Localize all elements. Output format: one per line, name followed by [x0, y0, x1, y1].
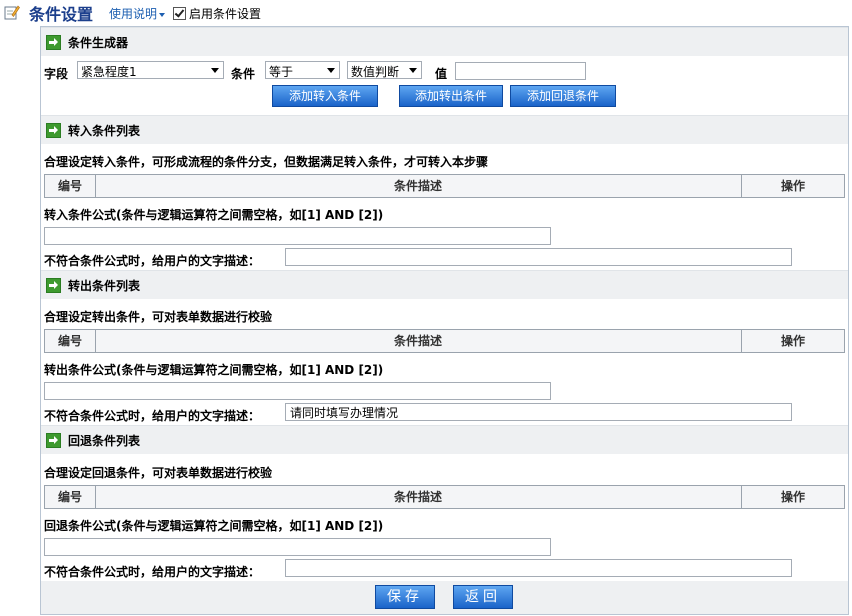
back-button[interactable]: 返回: [453, 585, 513, 609]
out-formula-input[interactable]: [44, 382, 551, 400]
back-message-label: 不符合条件公式时，给用户的文字描述：: [44, 565, 261, 579]
arrow-right-icon: [46, 433, 61, 448]
arrow-right-icon: [46, 278, 61, 293]
value-input[interactable]: [455, 62, 586, 80]
in-formula-input[interactable]: [44, 227, 551, 245]
condition-label: 条件: [231, 67, 256, 81]
in-condition-table-header: 编号 条件描述 操作: [44, 174, 845, 198]
arrow-right-icon: [46, 35, 61, 50]
arrow-right-icon: [46, 123, 61, 138]
back-section-desc: 合理设定回退条件，可对表单数据进行校验: [44, 466, 273, 480]
enable-condition-toggle[interactable]: 启用条件设置: [173, 5, 261, 22]
help-dropdown[interactable]: 使用说明: [109, 5, 166, 22]
column-header-description: 条件描述: [95, 330, 742, 352]
enable-label: 启用条件设置: [189, 7, 262, 21]
title-bar: 条件设置 使用说明 启用条件设置: [0, 0, 852, 24]
operator-select-value: 等于: [269, 65, 294, 79]
page-title: 条件设置: [29, 5, 94, 24]
back-section-header: 回退条件列表: [41, 425, 848, 454]
field-select-value: 紧急程度1: [81, 65, 137, 79]
out-section-header: 转出条件列表: [41, 270, 848, 299]
back-formula-input[interactable]: [44, 538, 551, 556]
out-section-desc: 合理设定转出条件，可对表单数据进行校验: [44, 310, 273, 324]
add-out-condition-button[interactable]: 添加转出条件: [399, 85, 503, 107]
back-message-input[interactable]: [285, 559, 792, 577]
add-back-condition-button[interactable]: 添加回退条件: [510, 85, 616, 107]
back-condition-table-header: 编号 条件描述 操作: [44, 485, 845, 509]
operator-select[interactable]: 等于: [265, 61, 340, 79]
out-section-title: 转出条件列表: [68, 279, 141, 293]
judge-select-value: 数值判断: [351, 65, 400, 79]
column-header-number: 编号: [45, 175, 96, 197]
in-formula-label: 转入条件公式(条件与逻辑运算符之间需空格，如[1] AND [2]): [44, 208, 384, 222]
judge-select[interactable]: 数值判断: [347, 61, 422, 79]
column-header-action: 操作: [780, 334, 805, 348]
out-message-label: 不符合条件公式时，给用户的文字描述：: [44, 409, 261, 423]
add-in-condition-button[interactable]: 添加转入条件: [272, 85, 378, 107]
field-select[interactable]: 紧急程度1: [77, 61, 224, 79]
in-section-title: 转入条件列表: [68, 124, 141, 138]
column-header-action: 操作: [780, 179, 805, 193]
back-formula-label: 回退条件公式(条件与逻辑运算符之间需空格，如[1] AND [2]): [44, 519, 384, 533]
chevron-down-icon: [327, 68, 335, 73]
column-header-description: 条件描述: [95, 175, 742, 197]
column-header-number: 编号: [45, 486, 96, 508]
in-message-label: 不符合条件公式时，给用户的文字描述：: [44, 254, 261, 268]
in-section-desc: 合理设定转入条件，可形成流程的条件分支，但数据满足转入条件，才可转入本步骤: [44, 155, 489, 169]
column-header-action: 操作: [780, 490, 805, 504]
help-label: 使用说明: [109, 7, 158, 21]
out-condition-table-header: 编号 条件描述 操作: [44, 329, 845, 353]
out-message-input[interactable]: [285, 403, 792, 421]
generator-title: 条件生成器: [68, 36, 129, 50]
in-section-header: 转入条件列表: [41, 115, 848, 144]
column-header-number: 编号: [45, 330, 96, 352]
edit-icon: [4, 5, 20, 20]
field-label: 字段: [44, 67, 69, 81]
save-button[interactable]: 保存: [375, 585, 435, 609]
generator-section-header: 条件生成器: [41, 27, 848, 56]
condition-panel: 条件生成器 字段 紧急程度1 条件 等于 数值判断 值 添加转入条件 添加转出条…: [40, 26, 849, 615]
back-section-title: 回退条件列表: [68, 434, 141, 448]
chevron-down-icon: [409, 68, 417, 73]
chevron-down-icon: [211, 68, 219, 73]
column-header-description: 条件描述: [95, 486, 742, 508]
out-formula-label: 转出条件公式(条件与逻辑运算符之间需空格，如[1] AND [2]): [44, 363, 384, 377]
footer-bar: [41, 581, 848, 614]
chevron-down-icon: [159, 12, 166, 17]
in-message-input[interactable]: [285, 248, 792, 266]
value-label: 值: [435, 67, 448, 81]
enable-checkbox[interactable]: [173, 7, 186, 20]
